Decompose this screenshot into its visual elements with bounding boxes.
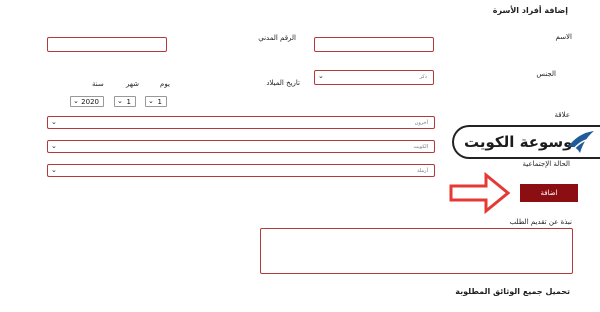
gender-select[interactable]: ذكر ⌄ bbox=[314, 70, 434, 85]
day-header: يوم bbox=[160, 80, 170, 88]
year-select[interactable]: 2020 ⌄ bbox=[70, 96, 104, 107]
marital-status-label: الحالة الإجتماعية bbox=[522, 160, 570, 168]
relationship-label: علاقة bbox=[554, 111, 570, 119]
name-label: الاسم bbox=[555, 33, 572, 41]
name-input[interactable] bbox=[314, 37, 434, 52]
month-select[interactable]: 1 ⌄ bbox=[114, 96, 136, 107]
watermark-logo: موسوعة الكويت bbox=[452, 125, 600, 159]
year-header: سنة bbox=[92, 80, 104, 88]
chevron-down-icon: ⌄ bbox=[51, 142, 57, 150]
arrow-icon bbox=[449, 171, 511, 215]
month-value: 1 bbox=[126, 98, 131, 106]
documents-title: تحميل جميع الوثائق المطلوبة bbox=[455, 287, 570, 296]
add-button[interactable]: اضافة bbox=[520, 184, 578, 202]
birth-date-label: تاريخ الميلاد bbox=[266, 79, 300, 87]
gender-value: ذكر bbox=[419, 74, 427, 80]
chevron-down-icon: ⌄ bbox=[51, 118, 57, 126]
marital-status-select[interactable]: أرملة ⌄ bbox=[47, 164, 435, 177]
civil-id-input[interactable] bbox=[47, 37, 167, 52]
civil-id-label: الرقم المدني bbox=[258, 34, 296, 42]
chevron-down-icon: ⌄ bbox=[73, 97, 79, 105]
relationship-value: أخرون bbox=[414, 120, 428, 126]
chevron-down-icon: ⌄ bbox=[117, 97, 123, 105]
chevron-down-icon: ⌄ bbox=[51, 166, 57, 174]
section-title: إضافة أفراد الأسرة bbox=[492, 6, 568, 15]
year-value: 2020 bbox=[81, 98, 99, 106]
day-value: 1 bbox=[157, 98, 162, 106]
watermark-text: موسوعة الكويت bbox=[464, 133, 582, 151]
gender-label: الجنس bbox=[536, 70, 556, 78]
marital-value: أرملة bbox=[417, 168, 428, 174]
request-note-label: نبذة عن تقديم الطلب bbox=[509, 218, 572, 226]
add-button-label: اضافة bbox=[540, 189, 558, 197]
month-header: شهر bbox=[126, 80, 139, 88]
chevron-down-icon: ⌄ bbox=[148, 97, 154, 105]
country-select[interactable]: الكويت ⌄ bbox=[47, 140, 435, 153]
country-value: الكويت bbox=[413, 144, 428, 150]
logo-icon bbox=[568, 131, 594, 153]
relationship-select[interactable]: أخرون ⌄ bbox=[47, 116, 435, 129]
chevron-down-icon: ⌄ bbox=[318, 72, 324, 80]
day-select[interactable]: 1 ⌄ bbox=[145, 96, 167, 107]
request-note-textarea[interactable] bbox=[260, 228, 573, 274]
